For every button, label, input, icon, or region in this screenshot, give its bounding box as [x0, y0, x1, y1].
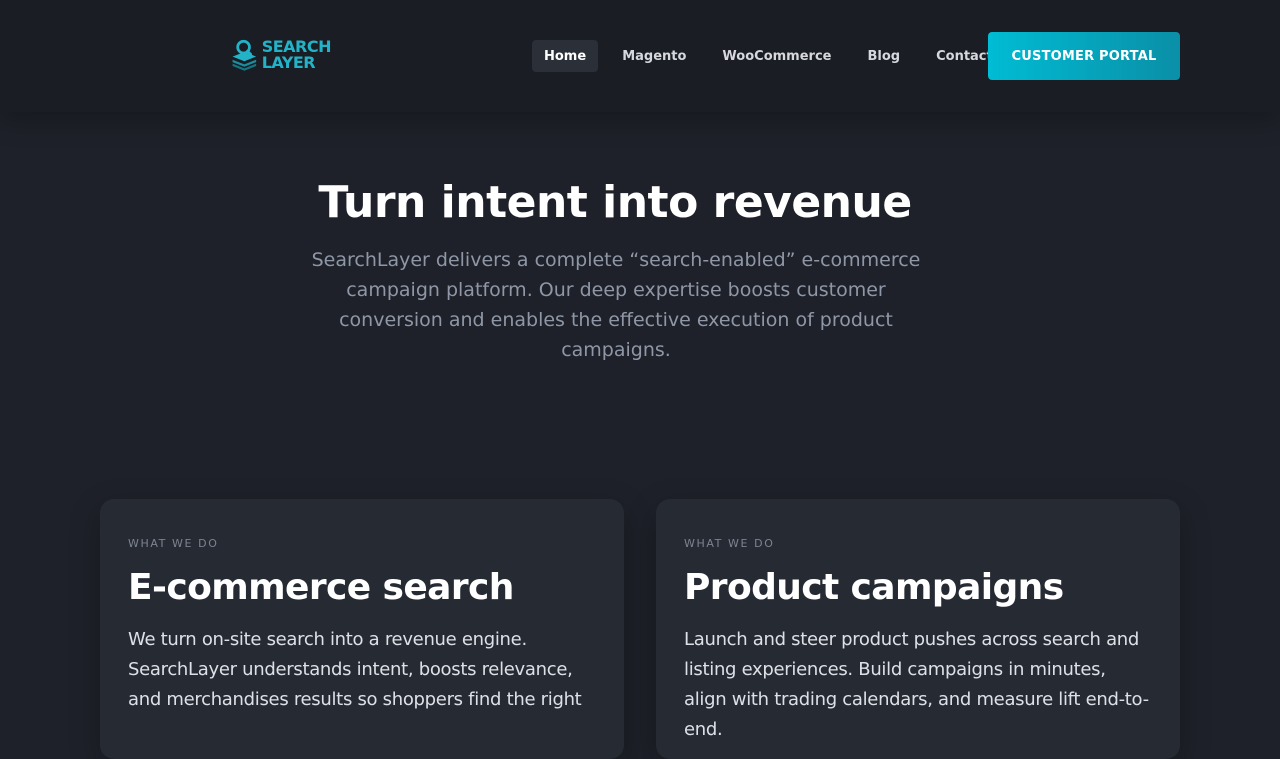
card-eyebrow: WHAT WE DO — [684, 537, 775, 550]
feature-card-ecommerce-search: WHAT WE DO E-commerce search We turn on-… — [100, 499, 624, 759]
nav-item-magento[interactable]: Magento — [610, 40, 698, 72]
site-header: SEARCH LAYER Home Magento WooCommerce Bl… — [0, 0, 1280, 112]
logo-wordmark: SEARCH LAYER — [261, 39, 332, 72]
card-eyebrow: WHAT WE DO — [128, 537, 219, 550]
search-layers-logo-icon — [232, 39, 257, 71]
logo-line-2: LAYER — [261, 53, 316, 72]
card-title: Product campaigns — [684, 567, 1064, 608]
nav-item-woocommerce[interactable]: WooCommerce — [710, 40, 843, 72]
hero-title: Turn intent into revenue — [318, 177, 912, 228]
hero-subtitle: SearchLayer delivers a complete “search-… — [311, 249, 921, 361]
card-title: E-commerce search — [128, 567, 514, 608]
nav-item-blog[interactable]: Blog — [855, 40, 912, 72]
card-body: Launch and steer product pushes across s… — [684, 629, 1149, 740]
card-body: We turn on-site search into a revenue en… — [128, 629, 582, 710]
feature-card-product-campaigns: WHAT WE DO Product campaigns Launch and … — [656, 499, 1180, 759]
customer-portal-button[interactable]: CUSTOMER PORTAL — [988, 32, 1180, 80]
main-nav: Home Magento WooCommerce Blog Contact — [532, 40, 1017, 72]
logo[interactable]: SEARCH LAYER — [231, 33, 332, 77]
nav-item-home[interactable]: Home — [532, 40, 599, 72]
